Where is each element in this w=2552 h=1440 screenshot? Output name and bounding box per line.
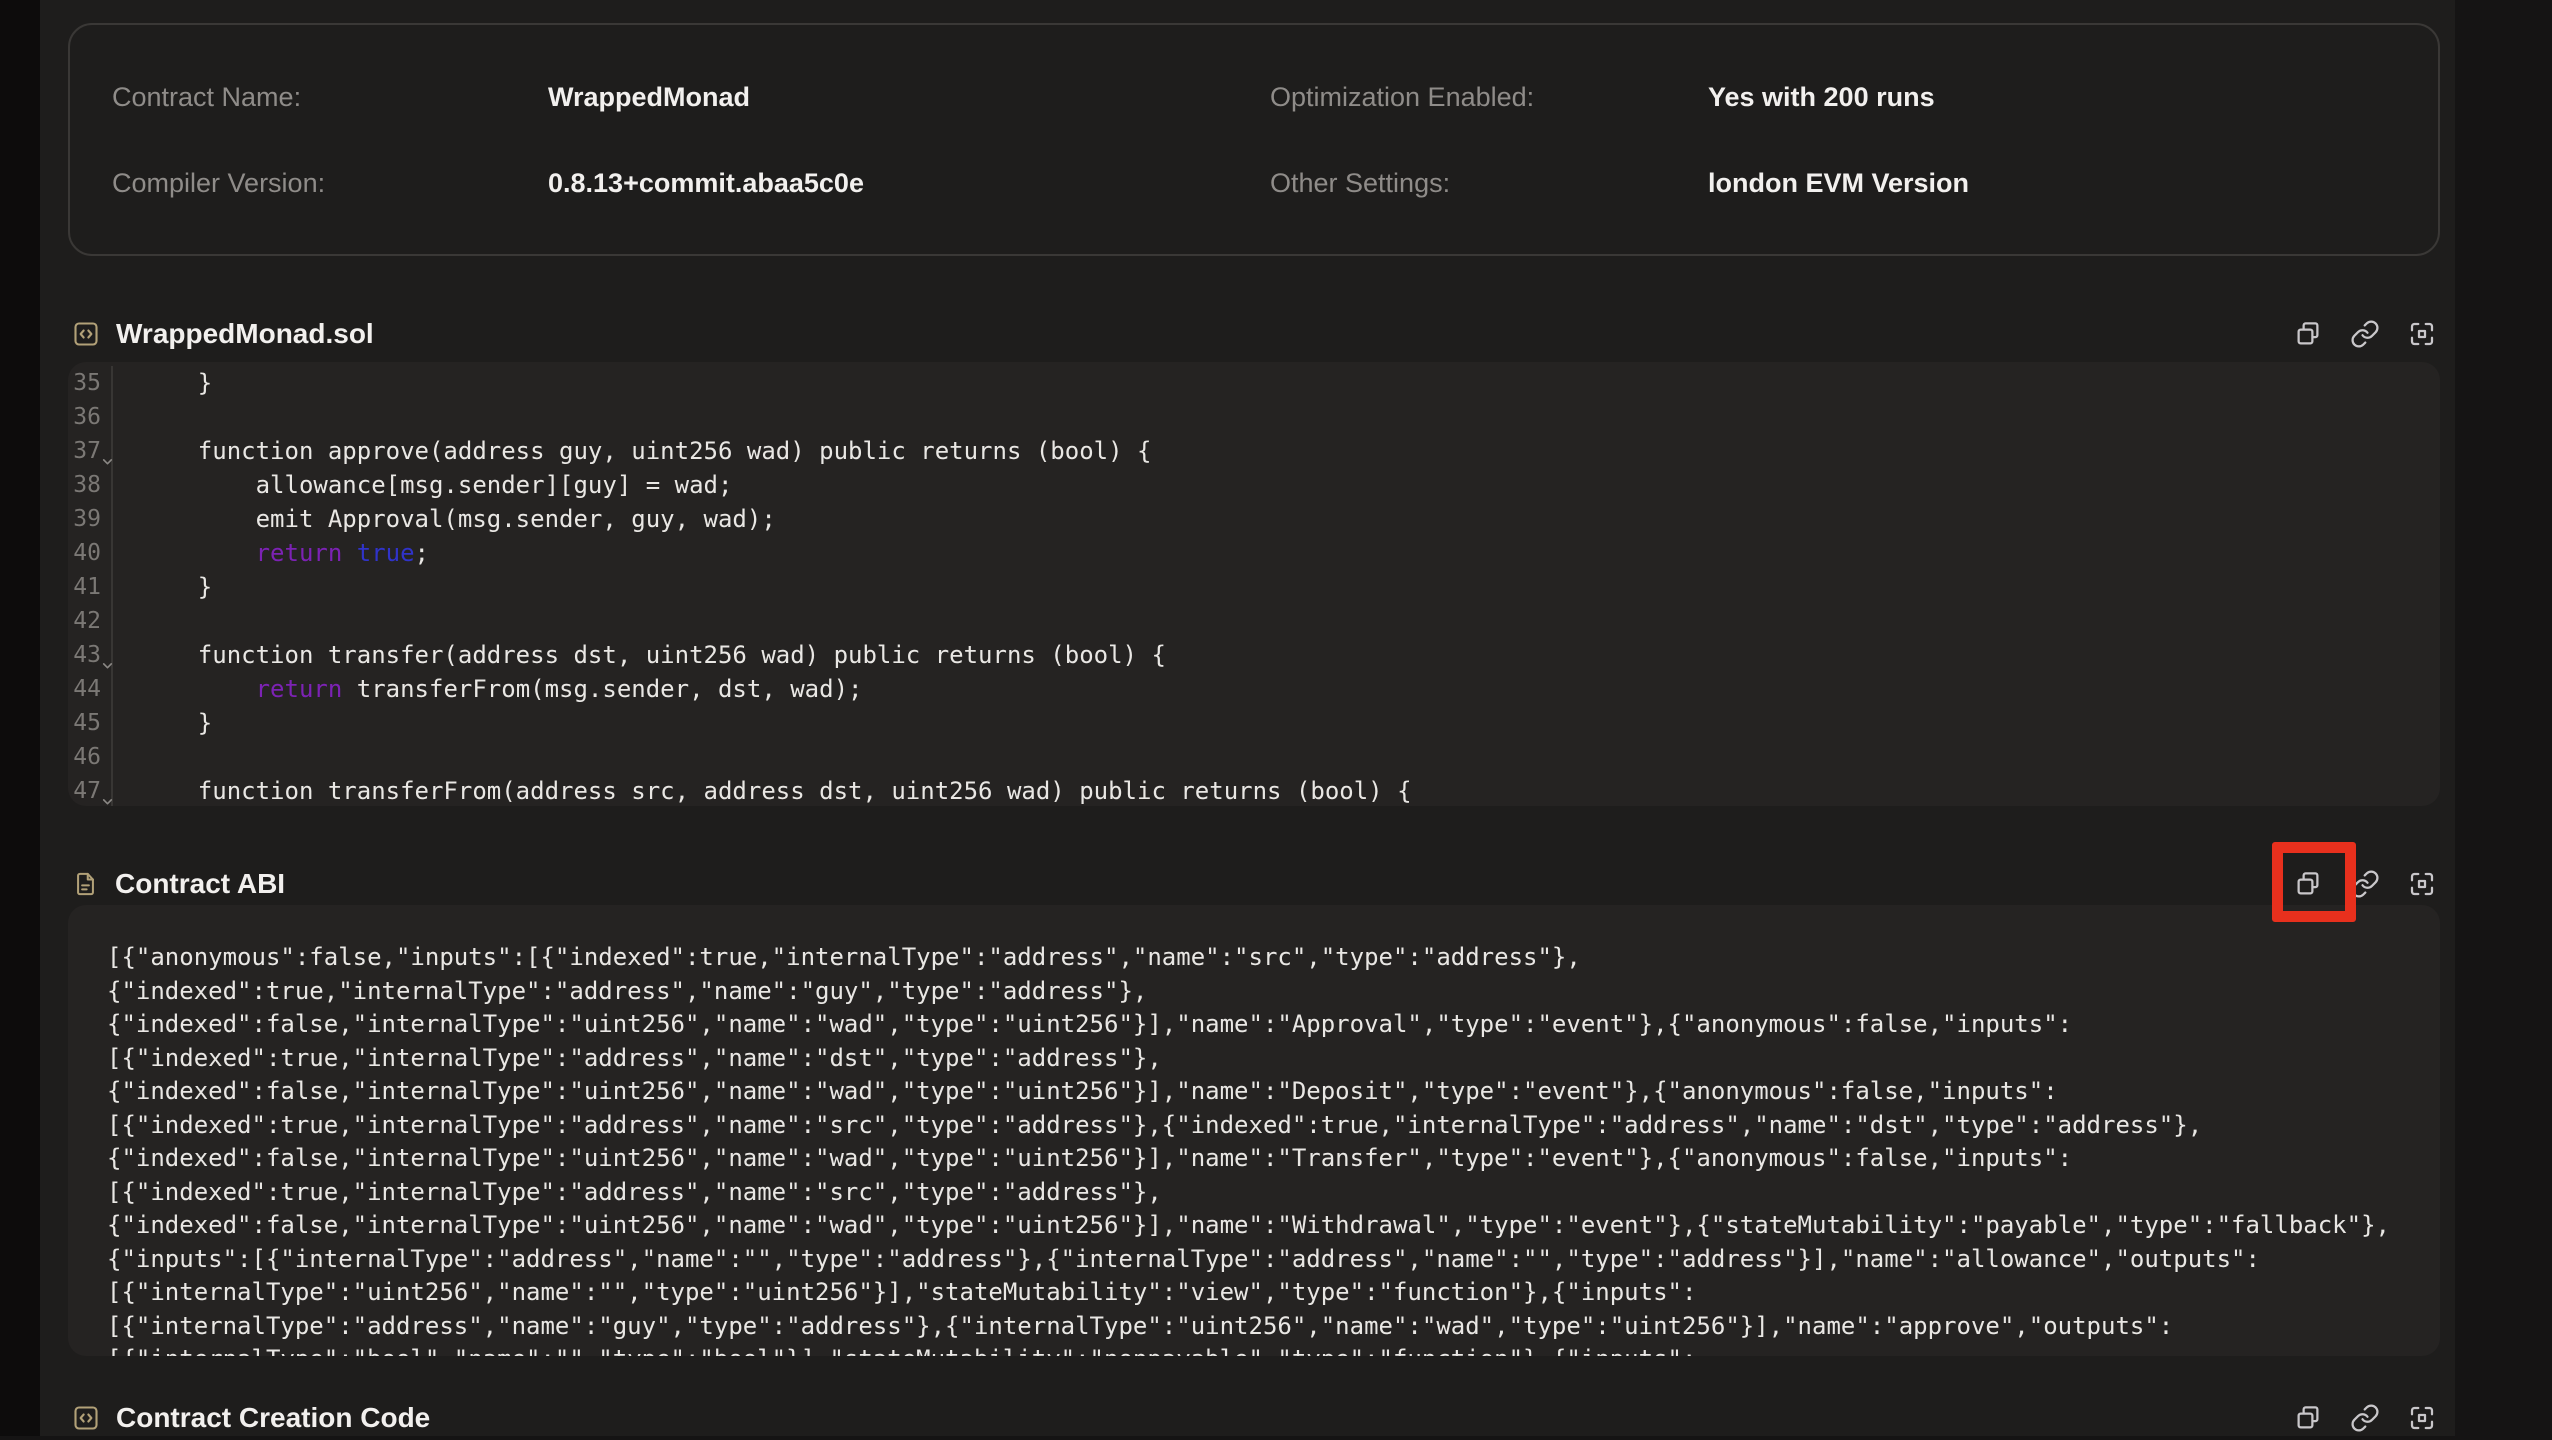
code-line: 39 emit Approval(msg.sender, guy, wad); xyxy=(68,502,2440,536)
fullscreen-icon xyxy=(2407,319,2437,349)
info-value: london EVM Version xyxy=(1708,167,2438,199)
code-line: 41 } xyxy=(68,570,2440,604)
code-line-text: return transferFrom(msg.sender, dst, wad… xyxy=(113,672,862,706)
contract-metadata-card: Contract Name:WrappedMonadOptimization E… xyxy=(68,23,2440,256)
code-line: 45 } xyxy=(68,706,2440,740)
abi-permalink-button[interactable] xyxy=(2350,869,2380,899)
line-number: 35 xyxy=(68,366,113,400)
creation-copy-button[interactable] xyxy=(2293,1403,2323,1433)
abi-line: [{"indexed":true,"internalType":"address… xyxy=(107,1176,2403,1210)
copy-icon xyxy=(2293,1403,2323,1433)
code-line: 44 return transferFrom(msg.sender, dst, … xyxy=(68,672,2440,706)
abi-line: {"indexed":false,"internalType":"uint256… xyxy=(107,1142,2403,1176)
info-value: 0.8.13+commit.abaa5c0e xyxy=(548,167,1270,199)
abi-line: {"inputs":[{"internalType":"address","na… xyxy=(107,1243,2403,1277)
code-line: 47 function transferFrom(address src, ad… xyxy=(68,774,2440,806)
code-line: 35 } xyxy=(68,366,2440,400)
contract-abi-title: Contract ABI xyxy=(115,868,285,900)
info-value: WrappedMonad xyxy=(548,81,1270,113)
info-value: Yes with 200 runs xyxy=(1708,81,2438,113)
source-file-actions xyxy=(2293,319,2440,349)
abi-line: {"indexed":true,"internalType":"address"… xyxy=(107,975,2403,1009)
abi-line: [{"internalType":"uint256","name":"","ty… xyxy=(107,1276,2403,1310)
code-file-icon xyxy=(72,320,100,348)
link-icon xyxy=(2350,869,2380,899)
abi-copy-button[interactable] xyxy=(2293,869,2323,899)
source-file-section-header: WrappedMonad.sol xyxy=(72,312,2440,356)
copy-icon xyxy=(2293,869,2323,899)
code-line-text xyxy=(113,604,140,638)
contract-abi-section-header: Contract ABI xyxy=(72,862,2440,906)
creation-code-section-header: Contract Creation Code xyxy=(72,1396,2440,1440)
code-line-text: } xyxy=(113,706,212,740)
abi-line: [{"internalType":"bool","name":"","type"… xyxy=(107,1343,2403,1356)
line-number: 39 xyxy=(68,502,113,536)
line-number: 44 xyxy=(68,672,113,706)
line-number: 38 xyxy=(68,468,113,502)
source-file-title: WrappedMonad.sol xyxy=(116,318,374,350)
abi-line: [{"anonymous":false,"inputs":[{"indexed"… xyxy=(107,941,2403,975)
contract-abi-actions xyxy=(2293,869,2440,899)
abi-line: {"indexed":false,"internalType":"uint256… xyxy=(107,1075,2403,1109)
source-fullscreen-button[interactable] xyxy=(2407,319,2437,349)
fold-chevron-icon[interactable] xyxy=(101,784,114,806)
code-line-text: return true; xyxy=(113,536,429,570)
code-line: 46 xyxy=(68,740,2440,774)
copy-icon xyxy=(2293,319,2323,349)
creation-code-title: Contract Creation Code xyxy=(116,1402,430,1434)
abi-line: {"indexed":false,"internalType":"uint256… xyxy=(107,1209,2403,1243)
code-line-text xyxy=(113,400,140,434)
line-number: 42 xyxy=(68,604,113,638)
code-line-text: } xyxy=(113,570,212,604)
page-left-edge xyxy=(0,0,40,1436)
line-number: 46 xyxy=(68,740,113,774)
code-line: 43 function transfer(address dst, uint25… xyxy=(68,638,2440,672)
source-code-viewer[interactable]: 35 }3637 function approve(address guy, u… xyxy=(68,362,2440,806)
code-line-text: function transferFrom(address src, addre… xyxy=(113,774,1412,806)
line-number: 36 xyxy=(68,400,113,434)
creation-permalink-button[interactable] xyxy=(2350,1403,2380,1433)
code-line: 38 allowance[msg.sender][guy] = wad; xyxy=(68,468,2440,502)
code-line-text: allowance[msg.sender][guy] = wad; xyxy=(113,468,732,502)
code-line-text: function approve(address guy, uint256 wa… xyxy=(113,434,1151,468)
line-number: 41 xyxy=(68,570,113,604)
line-number: 40 xyxy=(68,536,113,570)
line-number: 45 xyxy=(68,706,113,740)
abi-line: [{"indexed":true,"internalType":"address… xyxy=(107,1109,2403,1143)
link-icon xyxy=(2350,319,2380,349)
code-line: 37 function approve(address guy, uint256… xyxy=(68,434,2440,468)
line-number: 43 xyxy=(68,638,113,672)
code-line-text xyxy=(113,740,140,774)
line-number: 37 xyxy=(68,434,113,468)
code-line-text: emit Approval(msg.sender, guy, wad); xyxy=(113,502,776,536)
code-line-text: function transfer(address dst, uint256 w… xyxy=(113,638,1166,672)
abi-line: {"indexed":false,"internalType":"uint256… xyxy=(107,1008,2403,1042)
abi-line: [{"internalType":"address","name":"guy",… xyxy=(107,1310,2403,1344)
code-line: 42 xyxy=(68,604,2440,638)
info-label: Compiler Version: xyxy=(112,167,548,199)
document-icon xyxy=(72,869,99,899)
source-permalink-button[interactable] xyxy=(2350,319,2380,349)
creation-fullscreen-button[interactable] xyxy=(2407,1403,2437,1433)
link-icon xyxy=(2350,1403,2380,1433)
code-line: 40 return true; xyxy=(68,536,2440,570)
abi-fullscreen-button[interactable] xyxy=(2407,869,2437,899)
info-label: Other Settings: xyxy=(1270,167,1708,199)
contract-code-panel: Contract Name:WrappedMonadOptimization E… xyxy=(40,0,2455,1436)
creation-code-actions xyxy=(2293,1403,2440,1433)
contract-abi-viewer[interactable]: [{"anonymous":false,"inputs":[{"indexed"… xyxy=(68,905,2440,1356)
code-file-icon xyxy=(72,1404,100,1432)
source-copy-button[interactable] xyxy=(2293,319,2323,349)
abi-line: [{"indexed":true,"internalType":"address… xyxy=(107,1042,2403,1076)
code-line: 36 xyxy=(68,400,2440,434)
fullscreen-icon xyxy=(2407,1403,2437,1433)
code-line-text: } xyxy=(113,366,212,400)
fullscreen-icon xyxy=(2407,869,2437,899)
info-label: Optimization Enabled: xyxy=(1270,81,1708,113)
line-number: 47 xyxy=(68,774,113,806)
info-label: Contract Name: xyxy=(112,81,548,113)
